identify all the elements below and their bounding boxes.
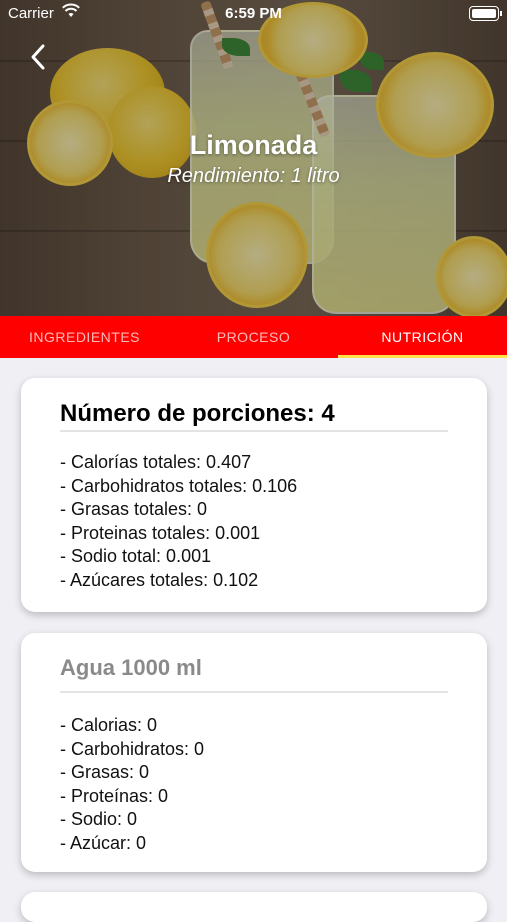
nutrition-summary-card: Número de porciones: 4 - Calorías totale… bbox=[21, 378, 487, 612]
nutrient-list: - Calorías totales: 0.407 - Carbohidrato… bbox=[60, 451, 297, 592]
list-item: - Carbohidratos totales: 0.106 bbox=[60, 475, 298, 496]
list-item: - Azúcar: 0 bbox=[60, 832, 147, 853]
status-time: 6:59 PM bbox=[225, 5, 282, 22]
tab-ingredientes[interactable]: INGREDIENTES bbox=[0, 316, 169, 358]
tab-label: INGREDIENTES bbox=[28, 329, 140, 345]
tab-label: NUTRICIÓN bbox=[381, 329, 464, 345]
list-item: - Proteinas totales: 0.001 bbox=[60, 522, 261, 543]
ingredient-card: Agua 1000 ml - Calorias: 0 - Carbohidrat… bbox=[21, 633, 487, 872]
divider bbox=[60, 691, 448, 693]
list-item: - Azúcares totales: 0.102 bbox=[60, 569, 259, 590]
next-ingredient-card bbox=[21, 892, 487, 922]
chevron-left-icon[interactable] bbox=[24, 42, 54, 72]
nutrient-list: - Calorias: 0 - Carbohidratos: 0 - Grasa… bbox=[60, 714, 204, 855]
divider bbox=[60, 430, 448, 432]
list-item: - Sodio total: 0.001 bbox=[60, 546, 212, 566]
recipe-yield: Rendimiento: 1 litro bbox=[167, 165, 340, 187]
tab-bar: INGREDIENTES PROCESO NUTRICIÓN bbox=[0, 316, 507, 358]
active-tab-indicator bbox=[338, 355, 507, 358]
list-item: - Sodio: 0 bbox=[60, 809, 138, 829]
list-item: - Grasas totales: 0 bbox=[60, 499, 208, 519]
list-item: - Proteínas: 0 bbox=[60, 785, 169, 806]
list-item: - Calorías totales: 0.407 bbox=[60, 452, 252, 472]
status-bar: Carrier 6:59 PM bbox=[0, 0, 507, 28]
card-title: Número de porciones: 4 bbox=[60, 400, 335, 427]
list-item: - Grasas: 0 bbox=[60, 762, 150, 782]
tab-label: PROCESO bbox=[216, 329, 291, 345]
tab-proceso[interactable]: PROCESO bbox=[169, 316, 338, 358]
list-item: - Carbohidratos: 0 bbox=[60, 738, 205, 759]
tab-nutricion[interactable]: NUTRICIÓN bbox=[338, 316, 507, 358]
recipe-title: Limonada bbox=[189, 130, 318, 160]
card-title: Agua 1000 ml bbox=[60, 655, 202, 680]
list-item: - Calorias: 0 bbox=[60, 715, 158, 735]
battery-icon bbox=[469, 6, 502, 21]
